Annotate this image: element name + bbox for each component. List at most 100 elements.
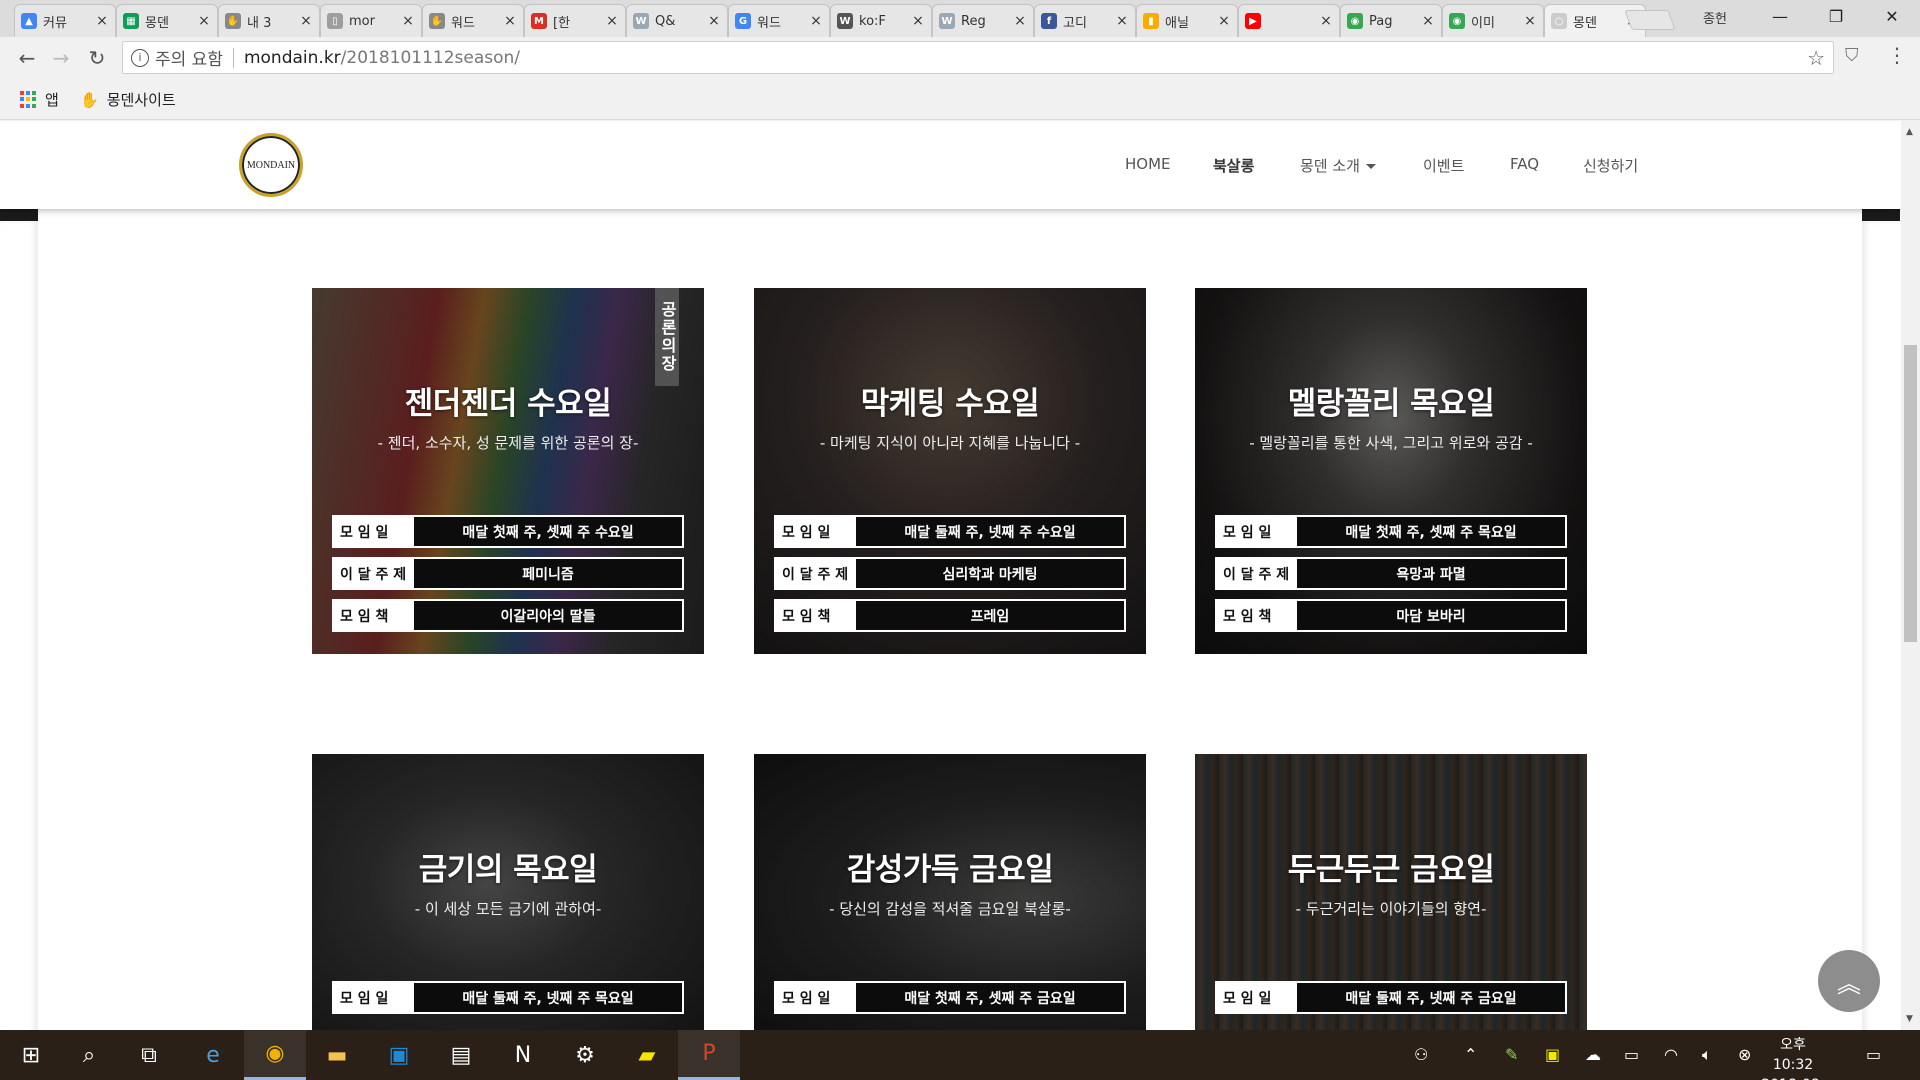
row-label: 모 임 일: [1217, 983, 1297, 1012]
tab-close-icon[interactable]: ×: [707, 13, 721, 29]
browser-tab[interactable]: ✋ 워드 ×: [422, 4, 524, 37]
salon-card[interactable]: 금기의 목요일 - 이 세상 모든 금기에 관하여- 모 임 일 매달 둘째 주,…: [312, 754, 704, 1030]
close-window-icon[interactable]: ✕: [1864, 0, 1920, 32]
browser-tab[interactable]: ◉ 이미 ×: [1442, 4, 1544, 37]
pen-icon[interactable]: ✎: [1505, 1045, 1518, 1064]
tab-close-icon[interactable]: ×: [1217, 13, 1231, 29]
windows-start-icon[interactable]: ⊞: [0, 1030, 62, 1080]
windows-taskbar: ⊞ ⌕ ⧉ e ◉ ▬ ▣ ▤ N ⚙ ▰ P ⚇ ⌃ ✎ ▣ ☁ ▭ ◠ 🔈︎…: [0, 1030, 1920, 1080]
url-host[interactable]: mondain.kr: [244, 48, 341, 68]
browser-tab[interactable]: ◉ Pag ×: [1340, 4, 1442, 37]
nav-book-salon[interactable]: 북살롱: [1213, 155, 1254, 176]
maximize-icon[interactable]: ❐: [1808, 0, 1864, 32]
salon-card[interactable]: 두근두근 금요일 - 두근거리는 이야기들의 향연- 모 임 일 매달 둘째 주,…: [1195, 754, 1587, 1030]
bookmark-mondain-site[interactable]: ✋ 몽덴사이트: [80, 89, 176, 110]
new-tab-button[interactable]: [1624, 10, 1676, 30]
kakaotalk-icon[interactable]: ▰: [616, 1030, 678, 1080]
salon-card[interactable]: 멜랑꼴리 목요일 - 멜랑꼴리를 통한 사색, 그리고 위로와 공감 - 모 임…: [1195, 288, 1587, 654]
browser-tab[interactable]: f 고디 ×: [1034, 4, 1136, 37]
store-icon[interactable]: ▣: [368, 1030, 430, 1080]
browser-menu-icon[interactable]: ⋮: [1887, 43, 1907, 67]
browser-tab[interactable]: G 워드 ×: [728, 4, 830, 37]
url-path[interactable]: /2018101112season/: [341, 48, 520, 68]
book-row: 모 임 책 이갈리아의 딸들: [332, 599, 684, 632]
browser-tab[interactable]: M [한 ×: [524, 4, 626, 37]
salon-card[interactable]: 막케팅 수요일 - 마케팅 지식이 아니라 지혜를 나눕니다 - 모 임 일 매달…: [754, 288, 1146, 654]
tab-close-icon[interactable]: ×: [809, 13, 823, 29]
nav-about[interactable]: 몽덴 소개: [1300, 155, 1376, 176]
nav-faq[interactable]: FAQ: [1510, 155, 1539, 173]
scroll-to-top-button[interactable]: ︽: [1818, 950, 1880, 1012]
tab-title: 몽덴: [1573, 15, 1597, 31]
scrollbar-thumb[interactable]: [1904, 345, 1917, 642]
tab-close-icon[interactable]: ×: [605, 13, 619, 29]
tray-expand-icon[interactable]: ⌃: [1464, 1045, 1477, 1064]
nav-home[interactable]: HOME: [1125, 155, 1171, 173]
address-bar[interactable]: i 주의 요함 mondain.kr /2018101112season/ ☆: [122, 41, 1834, 74]
row-label: 모 임 책: [334, 601, 414, 630]
extension-icon[interactable]: ⛉: [1845, 45, 1859, 66]
salon-card[interactable]: 공론의장 젠더젠더 수요일 - 젠더, 소수자, 성 문제를 위한 공론의 장-…: [312, 288, 704, 654]
tab-title: 애닐: [1165, 15, 1189, 31]
browser-tab[interactable]: Wko:F ×: [830, 4, 932, 37]
cloud-icon[interactable]: ☁: [1585, 1045, 1601, 1064]
tab-close-icon[interactable]: ×: [1421, 13, 1435, 29]
browser-tab[interactable]: ▦ 몽덴 ×: [116, 4, 218, 37]
tab-close-icon[interactable]: ×: [911, 13, 925, 29]
bookmark-star-icon[interactable]: ☆: [1807, 46, 1825, 70]
security-warning[interactable]: 주의 요함: [155, 45, 223, 70]
omnibox-divider: [232, 47, 234, 68]
tab-close-icon[interactable]: ×: [299, 13, 313, 29]
row-label: 모 임 일: [776, 983, 856, 1012]
search-icon[interactable]: ⌕: [58, 1030, 120, 1080]
mondain-logo[interactable]: MONDAIN: [239, 133, 303, 197]
tab-close-icon[interactable]: ×: [1523, 13, 1537, 29]
tab-close-icon[interactable]: ×: [1115, 13, 1129, 29]
file-explorer-icon[interactable]: ▬: [306, 1030, 368, 1080]
forward-icon[interactable]: →: [48, 45, 74, 71]
battery-icon[interactable]: ▭: [1624, 1045, 1639, 1064]
browser-tab[interactable]: ▮ 애닐 ×: [1136, 4, 1238, 37]
task-view-icon[interactable]: ⧉: [118, 1030, 180, 1080]
browser-tab[interactable]: W Reg ×: [932, 4, 1034, 37]
info-icon[interactable]: i: [131, 48, 149, 67]
scroll-up-arrow-icon[interactable]: ▲: [1906, 127, 1913, 137]
reload-icon[interactable]: ↻: [84, 45, 110, 71]
browser-tab[interactable]: ▲ 커뮤 ×: [14, 4, 116, 37]
wifi-icon[interactable]: ◠: [1664, 1045, 1678, 1064]
minimize-icon[interactable]: —: [1752, 0, 1808, 32]
row-label: 이 달 주 제: [776, 559, 856, 588]
people-icon[interactable]: ⚇: [1414, 1045, 1428, 1064]
ie-icon[interactable]: e: [182, 1030, 244, 1080]
network-error-icon[interactable]: ⊗: [1738, 1045, 1751, 1064]
browser-tab[interactable]: W Q& ×: [626, 4, 728, 37]
tab-close-icon[interactable]: ×: [401, 13, 415, 29]
sticky-notes-icon[interactable]: ▤: [430, 1030, 492, 1080]
tab-close-icon[interactable]: ×: [95, 13, 109, 29]
kakao-tray-icon[interactable]: ▣: [1545, 1045, 1560, 1064]
nav-apply[interactable]: 신청하기: [1583, 155, 1638, 176]
row-value: 매달 둘째 주, 넷째 주 금요일: [1297, 983, 1565, 1012]
notion-icon[interactable]: N: [492, 1030, 554, 1080]
browser-tab[interactable]: ▯ mor ×: [320, 4, 422, 37]
profile-name[interactable]: 종헌: [1703, 8, 1727, 27]
volume-icon[interactable]: 🔈︎: [1702, 1045, 1712, 1065]
bookmark-apps[interactable]: 앱: [20, 89, 59, 110]
scroll-down-arrow-icon[interactable]: ▼: [1906, 1014, 1913, 1024]
browser-tab[interactable]: ▶ ×: [1238, 4, 1340, 37]
tab-close-icon[interactable]: ×: [1013, 13, 1027, 29]
settings-gear-icon[interactable]: ⚙: [554, 1030, 616, 1080]
tab-close-icon[interactable]: ×: [1319, 13, 1333, 29]
back-icon[interactable]: ←: [14, 45, 40, 71]
tab-close-icon[interactable]: ×: [503, 13, 517, 29]
browser-tab[interactable]: ✋ 내 3 ×: [218, 4, 320, 37]
powerpoint-icon[interactable]: P: [678, 1030, 740, 1080]
page-scrollbar[interactable]: ▲ ▼: [1901, 121, 1920, 1030]
nav-events[interactable]: 이벤트: [1423, 155, 1464, 176]
tab-close-icon[interactable]: ×: [197, 13, 211, 29]
system-clock[interactable]: 오후 10:32 2018-08-21: [1758, 1035, 1828, 1080]
chrome-icon[interactable]: ◉: [244, 1030, 306, 1080]
notification-icon[interactable]: ▭: [1866, 1045, 1881, 1064]
salon-card[interactable]: 감성가득 금요일 - 당신의 감성을 적셔줄 금요일 북살롱- 모 임 일 매달 …: [754, 754, 1146, 1030]
site-header: MONDAIN HOME 북살롱 몽덴 소개 이벤트 FAQ 신청하기: [0, 121, 1901, 209]
